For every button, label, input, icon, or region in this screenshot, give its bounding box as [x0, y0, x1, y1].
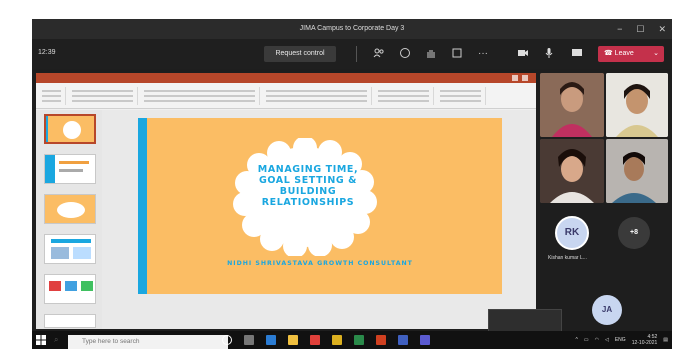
slide-thumbnail[interactable] — [44, 114, 96, 144]
powerpoint-ribbon — [36, 83, 536, 109]
participant-video-tile[interactable] — [606, 139, 668, 203]
teams-meeting-window: JIMA Campus to Corporate Day 3 − ☐ ✕ 12:… — [32, 19, 672, 349]
close-icon[interactable]: ✕ — [658, 19, 666, 39]
participant-video-tile[interactable] — [540, 73, 604, 137]
battery-icon[interactable]: ▭ — [584, 337, 589, 343]
request-control-button[interactable]: Request control — [264, 46, 336, 62]
participant-name: Kishan kumar L... — [548, 255, 587, 261]
system-tray: ^ ▭ ◠ ◁ ENG 4:52 12-10-2021 ▤ — [576, 333, 668, 347]
chat-icon[interactable] — [398, 47, 412, 61]
file-explorer-icon[interactable] — [288, 335, 298, 345]
more-options-icon[interactable]: ··· — [476, 47, 490, 61]
slide-title: MANAGING TIME, GOAL SETTING & BUILDING R… — [233, 164, 383, 208]
ribbon-group[interactable] — [140, 87, 260, 105]
shared-screen: MANAGING TIME, GOAL SETTING & BUILDING R… — [36, 73, 536, 329]
ribbon-group[interactable] — [436, 87, 486, 105]
participant-video — [606, 73, 668, 137]
more-participants-button[interactable]: +8 — [618, 217, 650, 249]
slide-canvas-area: MANAGING TIME, GOAL SETTING & BUILDING R… — [102, 110, 536, 329]
share-screen-icon[interactable] — [570, 47, 584, 61]
microphone-icon[interactable] — [542, 47, 556, 61]
clock-date: 12-10-2021 — [631, 340, 658, 346]
participant-video — [540, 139, 604, 203]
slide-title-line: BUILDING — [279, 186, 337, 197]
slide-thumbnail[interactable] — [44, 194, 96, 224]
leave-label: Leave — [614, 50, 634, 57]
slide-thumbnails-panel — [36, 110, 102, 329]
maximize-icon[interactable]: ☐ — [636, 19, 644, 39]
slide-thumbnail[interactable] — [44, 154, 96, 184]
phone-icon: ☎ — [604, 50, 615, 57]
wifi-icon[interactable]: ◠ — [595, 337, 599, 343]
teams-icon[interactable] — [420, 335, 430, 345]
office-icon[interactable] — [310, 335, 320, 345]
slide-subtitle: NIDHI SHRIVASTAVA GROWTH CONSULTANT — [227, 260, 413, 267]
window-titlebar: JIMA Campus to Corporate Day 3 − ☐ ✕ — [32, 19, 672, 39]
minimize-icon[interactable]: − — [617, 19, 622, 39]
windows-taskbar: ⌕ ^ ▭ ◠ ◁ ENG 4:52 12-10-2021 — [32, 331, 672, 349]
leave-button[interactable]: ☎ Leave ⌄ — [598, 46, 664, 62]
cortana-icon[interactable] — [222, 335, 232, 345]
meeting-toolbar: 12:39 Request control ··· ☎ Leave ⌄ — [32, 39, 672, 69]
camera-icon[interactable] — [516, 47, 530, 61]
slide-accent-bar — [138, 118, 147, 294]
ribbon-group[interactable] — [38, 87, 66, 105]
slide-title-line: GOAL SETTING & — [258, 175, 358, 186]
screenshot-frame: JIMA Campus to Corporate Day 3 − ☐ ✕ 12:… — [0, 0, 694, 360]
participant-video — [540, 73, 604, 137]
volume-icon[interactable]: ◁ — [605, 337, 609, 343]
window-controls: − ☐ ✕ — [617, 19, 666, 39]
windows-start-icon[interactable] — [36, 335, 46, 345]
chrome-icon[interactable] — [332, 335, 342, 345]
taskbar-search-input[interactable] — [68, 335, 228, 349]
participant-video — [606, 139, 668, 203]
word-icon[interactable] — [398, 335, 408, 345]
rooms-icon[interactable] — [450, 47, 464, 61]
slide-title-line: MANAGING TIME, — [257, 164, 359, 175]
edge-icon[interactable] — [266, 335, 276, 345]
notifications-icon[interactable]: ▤ — [663, 337, 668, 343]
search-icon: ⌕ — [54, 335, 59, 344]
participant-video-tile[interactable] — [606, 73, 668, 137]
participant-avatar-ja[interactable]: JA — [592, 295, 622, 325]
participant-video-tile[interactable] — [540, 139, 604, 203]
excel-icon[interactable] — [354, 335, 364, 345]
chevron-down-icon[interactable]: ⌄ — [653, 46, 659, 62]
ribbon-group[interactable] — [262, 87, 372, 105]
slide-title-line: RELATIONSHIPS — [261, 197, 355, 208]
participant-avatar-rk[interactable]: RK — [555, 216, 589, 250]
tray-chevron-icon[interactable]: ^ — [576, 337, 578, 343]
slide-thumbnail[interactable] — [44, 274, 96, 304]
powerpoint-titlebar — [36, 73, 536, 83]
ribbon-group[interactable] — [68, 87, 138, 105]
ribbon-group[interactable] — [374, 87, 434, 105]
slide-thumbnail[interactable] — [44, 314, 96, 328]
meeting-timer: 12:39 — [38, 49, 56, 56]
window-title: JIMA Campus to Corporate Day 3 — [299, 25, 405, 32]
people-icon[interactable] — [372, 47, 386, 61]
task-view-icon[interactable] — [244, 335, 254, 345]
raise-hand-icon[interactable] — [424, 47, 438, 61]
input-language[interactable]: ENG — [615, 337, 626, 343]
clock[interactable]: 4:52 12-10-2021 — [632, 334, 658, 346]
current-slide: MANAGING TIME, GOAL SETTING & BUILDING R… — [138, 118, 502, 294]
toolbar-divider — [356, 46, 357, 62]
powerpoint-icon[interactable] — [376, 335, 386, 345]
slide-thumbnail[interactable] — [44, 234, 96, 264]
